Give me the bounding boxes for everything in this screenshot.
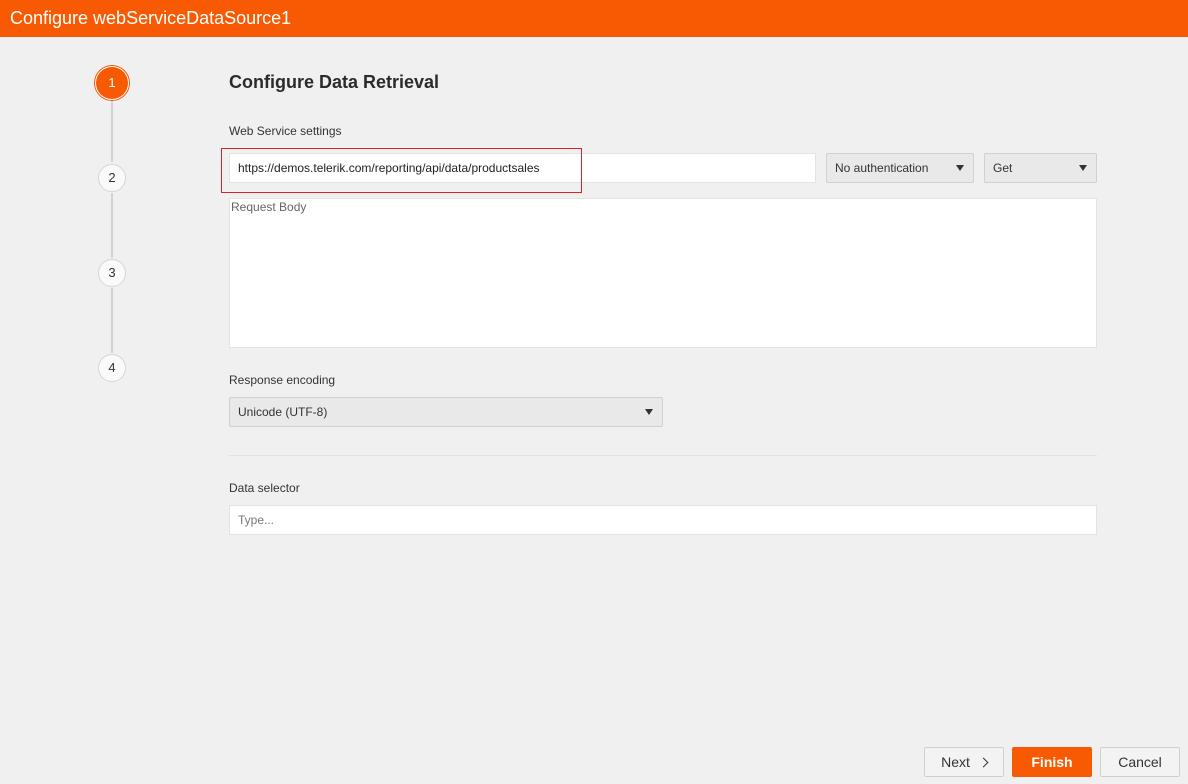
dropdown-caret-icon xyxy=(956,165,964,171)
http-method-dropdown[interactable]: Get xyxy=(984,153,1097,183)
data-selector-label: Data selector xyxy=(229,481,300,495)
http-method-dropdown-value: Get xyxy=(993,161,1013,175)
request-body-textarea[interactable] xyxy=(229,198,1097,348)
step-2[interactable]: 2 xyxy=(98,164,126,192)
dropdown-caret-icon xyxy=(645,409,653,415)
cancel-button[interactable]: Cancel xyxy=(1100,747,1180,777)
authentication-dropdown-value: No authentication xyxy=(835,161,929,175)
step-4[interactable]: 4 xyxy=(98,354,126,382)
data-selector-input[interactable] xyxy=(229,505,1097,535)
step-connector xyxy=(111,193,113,258)
web-service-settings-label: Web Service settings xyxy=(229,124,342,138)
response-encoding-dropdown[interactable]: Unicode (UTF-8) xyxy=(229,397,663,427)
dropdown-caret-icon xyxy=(1079,165,1087,171)
section-divider xyxy=(229,455,1097,456)
step-3[interactable]: 3 xyxy=(98,259,126,287)
response-encoding-value: Unicode (UTF-8) xyxy=(238,405,328,419)
window-title: Configure webServiceDataSource1 xyxy=(0,0,1188,37)
page-title: Configure Data Retrieval xyxy=(229,72,440,92)
authentication-dropdown[interactable]: No authentication xyxy=(826,153,974,183)
next-button[interactable]: Next xyxy=(924,747,1004,777)
response-encoding-label: Response encoding xyxy=(229,373,336,387)
step-connector xyxy=(111,100,113,162)
url-input[interactable] xyxy=(229,153,816,183)
step-connector xyxy=(111,288,113,353)
next-button-label: Next xyxy=(941,754,970,770)
step-1[interactable]: 1 xyxy=(96,67,128,99)
finish-button[interactable]: Finish xyxy=(1012,747,1092,777)
chevron-right-icon xyxy=(978,757,989,768)
